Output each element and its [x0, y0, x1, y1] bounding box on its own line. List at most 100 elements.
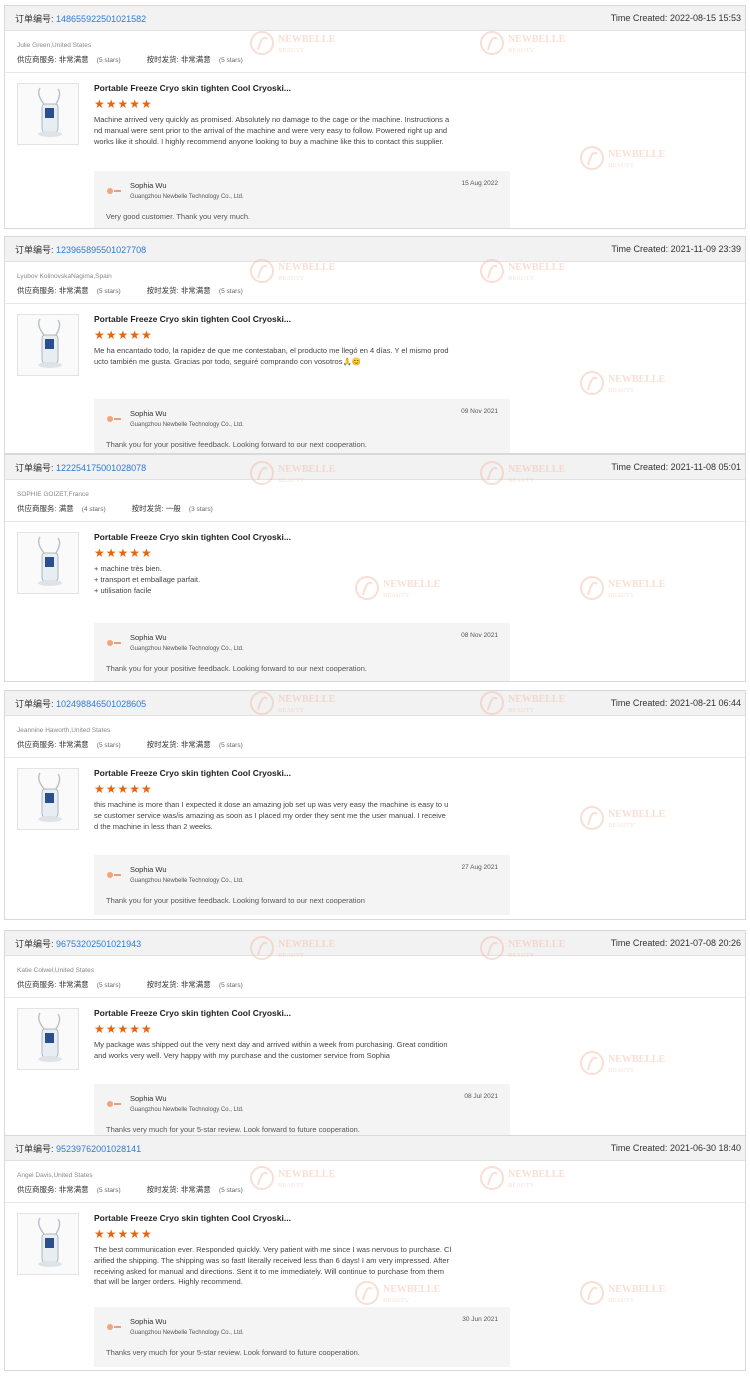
review-text: this machine is more than I expected it … [94, 800, 449, 831]
on-time-shipping-rating: 一般 [165, 504, 181, 513]
star-rating: ★★★★★ [94, 1022, 153, 1036]
order-number-link[interactable]: 95239762001028141 [56, 1144, 141, 1154]
supplier-reply: Sophia Wu Guangzhou Newbelle Technology … [94, 1307, 510, 1367]
company-logo-icon [107, 416, 121, 422]
product-thumbnail[interactable] [17, 314, 79, 376]
buyer-name: Angel Davis,United States [17, 1172, 93, 1179]
review-text: My package was shipped out the very next… [94, 1040, 448, 1060]
order-header: 订单编号: 123965895501027708 Time Created: 2… [5, 237, 745, 262]
reply-text: Very good customer. Thank you very much. [106, 212, 251, 221]
on-time-shipping-stars: (3 stars) [188, 506, 213, 513]
supplier-service-rating: 非常满意 [58, 740, 89, 749]
time-label: Time Created: [610, 938, 668, 948]
on-time-shipping-stars: (5 stars) [218, 57, 243, 64]
order-label: 订单编号: [15, 13, 54, 24]
ratings-row: 供应商服务: 非常满意 (5 stars) 按时发货: 非常满意 (5 star… [17, 1184, 745, 1195]
supplier-reply: Sophia Wu Guangzhou Newbelle Technology … [94, 1084, 510, 1135]
on-time-shipping-label: 按时发货: [146, 1185, 179, 1194]
on-time-shipping-stars: (5 stars) [218, 742, 243, 749]
supplier-service-stars: (5 stars) [96, 1187, 121, 1194]
order-number-link[interactable]: 148655922501021582 [56, 14, 146, 24]
buyer-name: Lyubov KolinovskaNagima,Spain [17, 273, 112, 280]
order-label: 订单编号: [15, 698, 54, 709]
review-text: Machine arrived very quickly as promised… [94, 115, 450, 146]
star-rating: ★★★★★ [94, 97, 153, 111]
reply-company: Guangzhou Newbelle Technology Co., Ltd. [130, 878, 244, 884]
reply-text: Thank you for your positive feedback. Lo… [106, 440, 367, 449]
ratings-row: 供应商服务: 非常满意 (5 stars) 按时发货: 非常满意 (5 star… [17, 54, 745, 65]
company-logo-icon [107, 640, 121, 646]
supplier-service-rating: 非常满意 [58, 55, 89, 64]
supplier-reply: Sophia Wu Guangzhou Newbelle Technology … [94, 623, 510, 681]
star-rating: ★★★★★ [94, 1227, 153, 1241]
product-title-link[interactable]: Portable Freeze Cryo skin tighten Cool C… [94, 1213, 291, 1223]
company-logo-icon [107, 1324, 121, 1330]
supplier-service-label: 供应商服务: [17, 504, 57, 513]
product-thumbnail[interactable] [17, 1008, 79, 1070]
product-thumbnail[interactable] [17, 83, 79, 145]
on-time-shipping-rating: 非常满意 [180, 55, 211, 64]
divider [5, 303, 745, 304]
product-title-link[interactable]: Portable Freeze Cryo skin tighten Cool C… [94, 83, 291, 93]
product-thumbnail[interactable] [17, 1213, 79, 1275]
on-time-shipping-stars: (5 stars) [218, 1187, 243, 1194]
reply-company: Guangzhou Newbelle Technology Co., Ltd. [130, 194, 244, 200]
reply-date: 15 Aug 2022 [461, 180, 498, 187]
reply-company: Guangzhou Newbelle Technology Co., Ltd. [130, 646, 244, 652]
supplier-service-label: 供应商服务: [17, 1185, 57, 1194]
reply-author: Sophia Wu [130, 409, 167, 418]
product-title-link[interactable]: Portable Freeze Cryo skin tighten Cool C… [94, 1008, 291, 1018]
order-label: 订单编号: [15, 1143, 54, 1154]
product-title-link[interactable]: Portable Freeze Cryo skin tighten Cool C… [94, 532, 291, 542]
time-label: Time Created: [610, 1143, 668, 1153]
divider [5, 1202, 745, 1203]
on-time-shipping-label: 按时发货: [146, 980, 179, 989]
cryo-machine-icon [37, 1012, 62, 1062]
on-time-shipping-label: 按时发货: [146, 740, 179, 749]
time-created: 2021-08-21 06:44 [669, 698, 741, 708]
review-card: 订单编号: 96753202501021943 Time Created: 20… [4, 930, 746, 1136]
order-label: 订单编号: [15, 462, 54, 473]
product-title-link[interactable]: Portable Freeze Cryo skin tighten Cool C… [94, 314, 291, 324]
supplier-service-rating: 非常满意 [58, 1185, 89, 1194]
order-label: 订单编号: [15, 244, 54, 255]
reply-company: Guangzhou Newbelle Technology Co., Ltd. [130, 1330, 244, 1336]
order-number-link[interactable]: 123965895501027708 [56, 245, 146, 255]
cryo-machine-icon [37, 1217, 62, 1267]
cryo-machine-icon [37, 87, 62, 137]
time-created: 2021-06-30 18:40 [669, 1143, 741, 1153]
order-number-link[interactable]: 96753202501021943 [56, 939, 141, 949]
company-logo-icon [107, 188, 121, 194]
supplier-reply: Sophia Wu Guangzhou Newbelle Technology … [94, 399, 510, 453]
time-created: 2021-11-08 05:01 [670, 462, 741, 472]
ratings-row: 供应商服务: 非常满意 (5 stars) 按时发货: 非常满意 (5 star… [17, 739, 745, 750]
supplier-reply: Sophia Wu Guangzhou Newbelle Technology … [94, 855, 510, 915]
order-number-link[interactable]: 122254175001028078 [56, 463, 146, 473]
on-time-shipping-stars: (5 stars) [218, 288, 243, 295]
on-time-shipping-rating: 非常满意 [180, 286, 211, 295]
supplier-reply: Sophia Wu Guangzhou Newbelle Technology … [94, 171, 510, 228]
on-time-shipping-label: 按时发货: [146, 286, 179, 295]
divider [5, 521, 745, 522]
on-time-shipping-label: 按时发货: [146, 55, 179, 64]
supplier-service-rating: 满意 [58, 504, 74, 513]
product-thumbnail[interactable] [17, 532, 79, 594]
reply-date: 09 Nov 2021 [461, 408, 498, 415]
ratings-row: 供应商服务: 非常满意 (5 stars) 按时发货: 非常满意 (5 star… [17, 285, 745, 296]
product-thumbnail[interactable] [17, 768, 79, 830]
cryo-machine-icon [37, 772, 62, 822]
divider [5, 757, 745, 758]
review-text: The best communication ever. Responded q… [94, 1245, 452, 1287]
star-rating: ★★★★★ [94, 782, 153, 796]
star-rating: ★★★★★ [94, 328, 153, 342]
reply-author: Sophia Wu [130, 633, 167, 642]
company-logo-icon [107, 872, 121, 878]
product-title-link[interactable]: Portable Freeze Cryo skin tighten Cool C… [94, 768, 291, 778]
order-header: 订单编号: 96753202501021943 Time Created: 20… [5, 931, 745, 956]
order-number-link[interactable]: 102498846501028605 [56, 699, 146, 709]
supplier-service-rating: 非常满意 [58, 980, 89, 989]
time-label: Time Created: [610, 698, 668, 708]
order-label: 订单编号: [15, 938, 54, 949]
time-label: Time Created: [610, 13, 668, 23]
on-time-shipping-stars: (5 stars) [218, 982, 243, 989]
